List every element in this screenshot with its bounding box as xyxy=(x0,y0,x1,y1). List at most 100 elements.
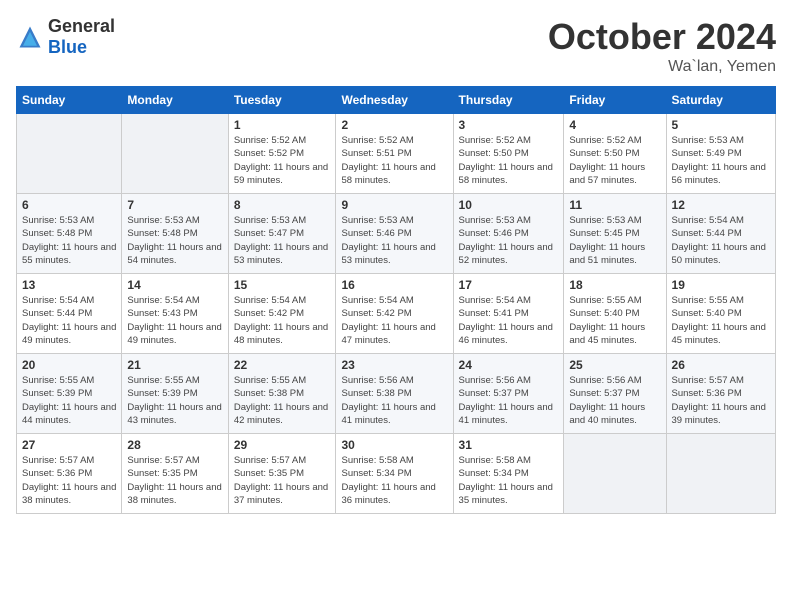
sunset-text: Sunset: 5:37 PM xyxy=(459,388,529,399)
sunrise-text: Sunrise: 5:55 AM xyxy=(569,295,641,306)
day-number: 7 xyxy=(127,198,222,212)
day-info: Sunrise: 5:53 AM Sunset: 5:49 PM Dayligh… xyxy=(672,134,770,187)
calendar-cell: 23 Sunrise: 5:56 AM Sunset: 5:38 PM Dayl… xyxy=(336,354,453,434)
calendar-week-row: 13 Sunrise: 5:54 AM Sunset: 5:44 PM Dayl… xyxy=(17,274,776,354)
day-info: Sunrise: 5:55 AM Sunset: 5:39 PM Dayligh… xyxy=(127,374,222,427)
daylight-text: Daylight: 11 hours and 46 minutes. xyxy=(459,322,553,346)
calendar-cell: 30 Sunrise: 5:58 AM Sunset: 5:34 PM Dayl… xyxy=(336,434,453,514)
calendar-cell: 15 Sunrise: 5:54 AM Sunset: 5:42 PM Dayl… xyxy=(228,274,336,354)
calendar-week-row: 20 Sunrise: 5:55 AM Sunset: 5:39 PM Dayl… xyxy=(17,354,776,434)
sunset-text: Sunset: 5:35 PM xyxy=(127,468,197,479)
daylight-text: Daylight: 11 hours and 47 minutes. xyxy=(341,322,435,346)
calendar-cell: 27 Sunrise: 5:57 AM Sunset: 5:36 PM Dayl… xyxy=(17,434,122,514)
sunset-text: Sunset: 5:42 PM xyxy=(234,308,304,319)
sunset-text: Sunset: 5:51 PM xyxy=(341,148,411,159)
day-number: 29 xyxy=(234,438,331,452)
day-info: Sunrise: 5:57 AM Sunset: 5:36 PM Dayligh… xyxy=(22,454,116,507)
daylight-text: Daylight: 11 hours and 48 minutes. xyxy=(234,322,328,346)
sunrise-text: Sunrise: 5:53 AM xyxy=(22,215,94,226)
sunrise-text: Sunrise: 5:52 AM xyxy=(341,135,413,146)
day-info: Sunrise: 5:57 AM Sunset: 5:35 PM Dayligh… xyxy=(127,454,222,507)
day-info: Sunrise: 5:56 AM Sunset: 5:38 PM Dayligh… xyxy=(341,374,447,427)
sunset-text: Sunset: 5:36 PM xyxy=(672,388,742,399)
day-number: 30 xyxy=(341,438,447,452)
day-info: Sunrise: 5:53 AM Sunset: 5:45 PM Dayligh… xyxy=(569,214,660,267)
day-info: Sunrise: 5:56 AM Sunset: 5:37 PM Dayligh… xyxy=(569,374,660,427)
day-info: Sunrise: 5:53 AM Sunset: 5:48 PM Dayligh… xyxy=(127,214,222,267)
calendar-cell: 20 Sunrise: 5:55 AM Sunset: 5:39 PM Dayl… xyxy=(17,354,122,434)
calendar-cell: 25 Sunrise: 5:56 AM Sunset: 5:37 PM Dayl… xyxy=(564,354,666,434)
daylight-text: Daylight: 11 hours and 45 minutes. xyxy=(569,322,645,346)
daylight-text: Daylight: 11 hours and 58 minutes. xyxy=(341,162,435,186)
day-number: 25 xyxy=(569,358,660,372)
sunrise-text: Sunrise: 5:57 AM xyxy=(234,455,306,466)
day-info: Sunrise: 5:57 AM Sunset: 5:35 PM Dayligh… xyxy=(234,454,331,507)
daylight-text: Daylight: 11 hours and 41 minutes. xyxy=(459,402,553,426)
calendar-cell: 11 Sunrise: 5:53 AM Sunset: 5:45 PM Dayl… xyxy=(564,194,666,274)
day-info: Sunrise: 5:53 AM Sunset: 5:48 PM Dayligh… xyxy=(22,214,116,267)
sunrise-text: Sunrise: 5:53 AM xyxy=(459,215,531,226)
page-header: General Blue October 2024 Wa`lan, Yemen xyxy=(16,16,776,76)
logo-blue: Blue xyxy=(48,37,87,57)
sunrise-text: Sunrise: 5:55 AM xyxy=(127,375,199,386)
sunset-text: Sunset: 5:48 PM xyxy=(22,228,92,239)
sunrise-text: Sunrise: 5:57 AM xyxy=(127,455,199,466)
calendar-cell: 18 Sunrise: 5:55 AM Sunset: 5:40 PM Dayl… xyxy=(564,274,666,354)
day-info: Sunrise: 5:52 AM Sunset: 5:50 PM Dayligh… xyxy=(569,134,660,187)
calendar-cell: 7 Sunrise: 5:53 AM Sunset: 5:48 PM Dayli… xyxy=(122,194,228,274)
weekday-header-saturday: Saturday xyxy=(666,87,775,114)
sunset-text: Sunset: 5:40 PM xyxy=(672,308,742,319)
sunrise-text: Sunrise: 5:53 AM xyxy=(234,215,306,226)
sunrise-text: Sunrise: 5:54 AM xyxy=(459,295,531,306)
sunrise-text: Sunrise: 5:54 AM xyxy=(341,295,413,306)
day-info: Sunrise: 5:52 AM Sunset: 5:50 PM Dayligh… xyxy=(459,134,559,187)
sunset-text: Sunset: 5:41 PM xyxy=(459,308,529,319)
calendar-cell: 2 Sunrise: 5:52 AM Sunset: 5:51 PM Dayli… xyxy=(336,114,453,194)
title-block: October 2024 Wa`lan, Yemen xyxy=(548,16,776,76)
sunset-text: Sunset: 5:39 PM xyxy=(127,388,197,399)
calendar-table: SundayMondayTuesdayWednesdayThursdayFrid… xyxy=(16,86,776,514)
day-info: Sunrise: 5:54 AM Sunset: 5:42 PM Dayligh… xyxy=(234,294,331,347)
calendar-week-row: 27 Sunrise: 5:57 AM Sunset: 5:36 PM Dayl… xyxy=(17,434,776,514)
day-info: Sunrise: 5:58 AM Sunset: 5:34 PM Dayligh… xyxy=(459,454,559,507)
sunset-text: Sunset: 5:50 PM xyxy=(459,148,529,159)
sunset-text: Sunset: 5:34 PM xyxy=(459,468,529,479)
sunrise-text: Sunrise: 5:58 AM xyxy=(341,455,413,466)
sunrise-text: Sunrise: 5:53 AM xyxy=(341,215,413,226)
calendar-cell: 10 Sunrise: 5:53 AM Sunset: 5:46 PM Dayl… xyxy=(453,194,564,274)
day-info: Sunrise: 5:56 AM Sunset: 5:37 PM Dayligh… xyxy=(459,374,559,427)
calendar-cell: 22 Sunrise: 5:55 AM Sunset: 5:38 PM Dayl… xyxy=(228,354,336,434)
sunset-text: Sunset: 5:36 PM xyxy=(22,468,92,479)
day-info: Sunrise: 5:54 AM Sunset: 5:41 PM Dayligh… xyxy=(459,294,559,347)
day-number: 11 xyxy=(569,198,660,212)
weekday-header-row: SundayMondayTuesdayWednesdayThursdayFrid… xyxy=(17,87,776,114)
calendar-cell: 3 Sunrise: 5:52 AM Sunset: 5:50 PM Dayli… xyxy=(453,114,564,194)
daylight-text: Daylight: 11 hours and 35 minutes. xyxy=(459,482,553,506)
day-number: 20 xyxy=(22,358,116,372)
sunrise-text: Sunrise: 5:52 AM xyxy=(569,135,641,146)
daylight-text: Daylight: 11 hours and 44 minutes. xyxy=(22,402,116,426)
daylight-text: Daylight: 11 hours and 38 minutes. xyxy=(22,482,116,506)
weekday-header-friday: Friday xyxy=(564,87,666,114)
daylight-text: Daylight: 11 hours and 42 minutes. xyxy=(234,402,328,426)
calendar-cell: 9 Sunrise: 5:53 AM Sunset: 5:46 PM Dayli… xyxy=(336,194,453,274)
sunset-text: Sunset: 5:45 PM xyxy=(569,228,639,239)
calendar-cell: 6 Sunrise: 5:53 AM Sunset: 5:48 PM Dayli… xyxy=(17,194,122,274)
day-number: 14 xyxy=(127,278,222,292)
calendar-cell xyxy=(564,434,666,514)
daylight-text: Daylight: 11 hours and 57 minutes. xyxy=(569,162,645,186)
sunrise-text: Sunrise: 5:54 AM xyxy=(672,215,744,226)
calendar-cell: 26 Sunrise: 5:57 AM Sunset: 5:36 PM Dayl… xyxy=(666,354,775,434)
day-number: 6 xyxy=(22,198,116,212)
sunrise-text: Sunrise: 5:53 AM xyxy=(127,215,199,226)
calendar-cell: 21 Sunrise: 5:55 AM Sunset: 5:39 PM Dayl… xyxy=(122,354,228,434)
weekday-header-thursday: Thursday xyxy=(453,87,564,114)
sunset-text: Sunset: 5:40 PM xyxy=(569,308,639,319)
sunset-text: Sunset: 5:38 PM xyxy=(341,388,411,399)
daylight-text: Daylight: 11 hours and 36 minutes. xyxy=(341,482,435,506)
day-number: 21 xyxy=(127,358,222,372)
daylight-text: Daylight: 11 hours and 43 minutes. xyxy=(127,402,221,426)
sunset-text: Sunset: 5:44 PM xyxy=(672,228,742,239)
calendar-cell: 28 Sunrise: 5:57 AM Sunset: 5:35 PM Dayl… xyxy=(122,434,228,514)
sunrise-text: Sunrise: 5:52 AM xyxy=(234,135,306,146)
